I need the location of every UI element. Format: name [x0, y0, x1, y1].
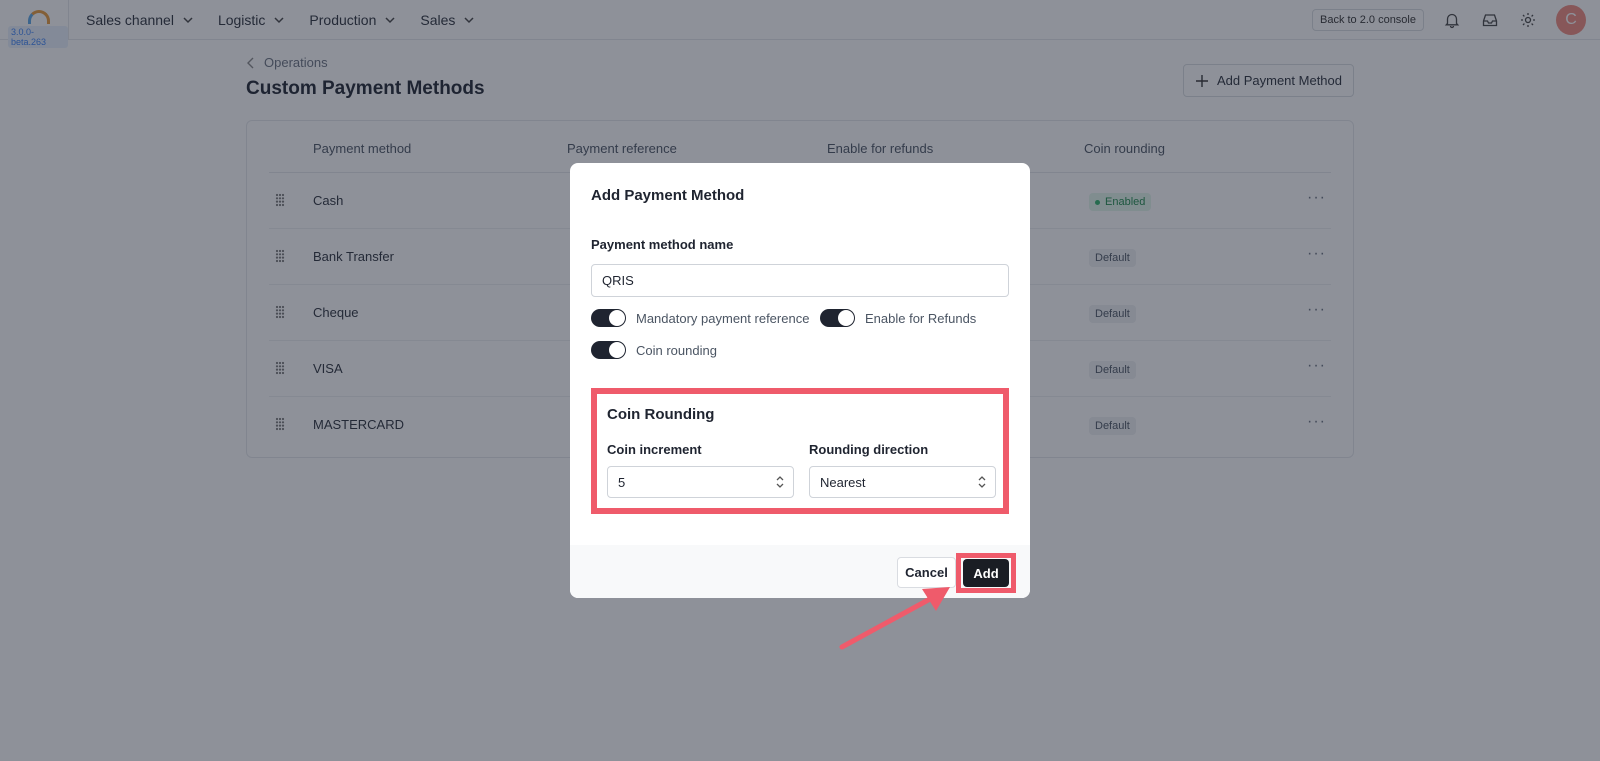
annotation-arrow-icon [839, 587, 950, 650]
dialog-footer: Cancel Add [570, 545, 1030, 598]
coin-rounding-toggle[interactable] [591, 341, 626, 359]
coin-increment-value: 5 [618, 474, 626, 490]
payment-method-name-input[interactable] [591, 264, 1009, 297]
refunds-toggle-row: Enable for Refunds [820, 309, 976, 327]
mandatory-reference-toggle[interactable] [591, 309, 626, 327]
add-payment-method-dialog: Add Payment Method Payment method name M… [570, 163, 1030, 598]
enable-refunds-toggle[interactable] [820, 309, 855, 327]
chevron-up-down-icon [978, 476, 986, 488]
rounding-direction-label: Rounding direction [809, 442, 929, 457]
toggle-label: Enable for Refunds [865, 310, 977, 326]
cancel-button[interactable]: Cancel [897, 557, 956, 588]
dialog-title: Add Payment Method [591, 187, 745, 204]
coin-rounding-title: Coin Rounding [607, 406, 715, 423]
chevron-up-down-icon [776, 476, 784, 488]
mandatory-reference-toggle-row: Mandatory payment reference [591, 309, 809, 327]
add-button-highlight: Add [956, 553, 1016, 593]
rounding-direction-select[interactable]: Nearest [809, 466, 996, 498]
toggle-label: Mandatory payment reference [636, 310, 810, 326]
coin-increment-label: Coin increment [607, 442, 702, 457]
rounding-direction-value: Nearest [820, 474, 866, 490]
coin-rounding-toggle-row: Coin rounding [591, 341, 717, 359]
coin-increment-select[interactable]: 5 [607, 466, 794, 498]
coin-rounding-section: Coin Rounding Coin increment Rounding di… [591, 388, 1009, 514]
payment-method-name-label: Payment method name [591, 237, 734, 252]
add-button[interactable]: Add [963, 559, 1009, 587]
toggle-label: Coin rounding [636, 342, 717, 358]
